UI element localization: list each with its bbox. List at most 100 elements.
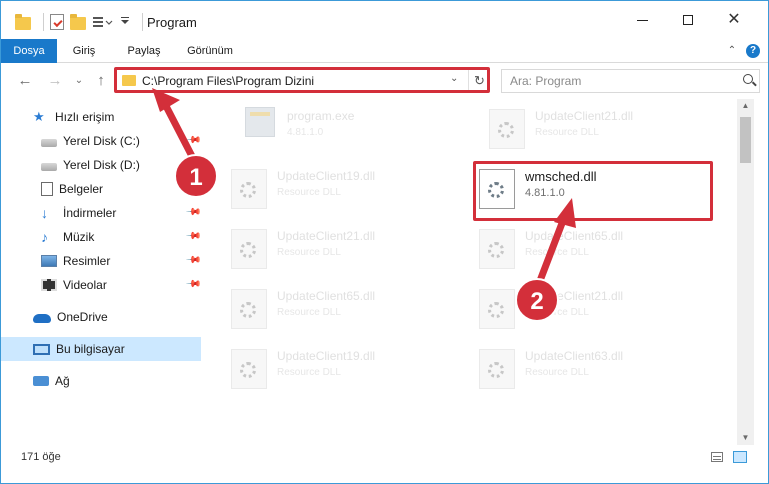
- gear-icon: [488, 302, 504, 318]
- disk-icon: [41, 139, 57, 147]
- properties-icon[interactable]: [50, 14, 64, 30]
- sidebar-item-music[interactable]: ♪ Müzik 📌: [1, 225, 202, 249]
- minimize-icon: [636, 19, 648, 21]
- file-item[interactable]: UpdateClient21.dll Resource DLL: [469, 101, 689, 157]
- tab-file[interactable]: Dosya: [1, 39, 57, 63]
- file-item[interactable]: UpdateClient21.dll Resource DLL: [211, 221, 431, 277]
- up-button[interactable]: ↑: [91, 71, 111, 91]
- document-icon: [41, 182, 53, 196]
- file-type: Resource DLL: [277, 307, 341, 318]
- sidebar-item-label: Müzik: [63, 230, 95, 244]
- scroll-down-button[interactable]: ▼: [737, 431, 754, 445]
- file-name: UpdateClient65.dll: [525, 229, 624, 243]
- file-item[interactable]: UpdateClient65.dll Resource DLL: [211, 281, 431, 337]
- file-name: UpdateClient65.dll: [277, 289, 376, 303]
- help-icon[interactable]: ?: [746, 44, 760, 58]
- gear-icon: [240, 182, 256, 198]
- tab-share[interactable]: Paylaş: [115, 39, 173, 63]
- sidebar-item-label: İndirmeler: [63, 206, 117, 220]
- sidebar-item-label: OneDrive: [57, 310, 108, 324]
- window-title: Program: [147, 15, 197, 30]
- sidebar-item-label: Videolar: [63, 278, 107, 292]
- disk-icon: [41, 163, 57, 171]
- toolbar-divider: [142, 13, 143, 31]
- file-item[interactable]: UpdateClient63.dll Resource DLL: [459, 341, 679, 397]
- sidebar-item-label: Bu bilgisayar: [56, 342, 125, 356]
- network-icon: [33, 376, 49, 386]
- sidebar-item-downloads[interactable]: ↓ İndirmeler 📌: [1, 201, 202, 225]
- sidebar-item-pictures[interactable]: Resimler 📌: [1, 249, 202, 273]
- dll-icon: [231, 229, 267, 269]
- sidebar-item-label: Yerel Disk (D:): [63, 158, 140, 172]
- cloud-icon: [33, 314, 51, 323]
- file-item[interactable]: program.exe 4.81.1.0: [221, 101, 441, 157]
- search-input[interactable]: Ara: Program: [501, 69, 760, 93]
- sidebar-item-label: Belgeler: [59, 182, 104, 196]
- new-folder-icon[interactable]: [70, 13, 86, 30]
- computer-icon: [33, 343, 50, 355]
- close-icon: ✕: [727, 11, 741, 28]
- customize-toolbar-icon[interactable]: [92, 14, 114, 30]
- gear-icon: [488, 362, 504, 378]
- maximize-button[interactable]: [665, 1, 711, 39]
- title-bar: Program ✕: [1, 1, 768, 39]
- large-icons-view-icon[interactable]: [733, 451, 747, 463]
- dll-icon: [479, 349, 515, 389]
- dll-icon: [479, 169, 515, 209]
- file-type: Resource DLL: [277, 367, 341, 378]
- file-name: UpdateClient21.dll: [535, 109, 634, 123]
- scrollbar-thumb[interactable]: [740, 117, 751, 163]
- file-item[interactable]: UpdateClient65.dll Resource DLL: [459, 221, 679, 277]
- refresh-button[interactable]: ↻: [468, 70, 490, 92]
- gear-icon: [488, 242, 504, 258]
- dll-icon: [479, 289, 515, 329]
- sidebar-item-this-pc[interactable]: Bu bilgisayar: [1, 337, 201, 361]
- details-view-icon[interactable]: [711, 452, 723, 462]
- file-explorer-window: Program ✕ Dosya Giriş Paylaş Görünüm ⌃ ?…: [0, 0, 769, 484]
- close-button[interactable]: ✕: [711, 1, 757, 39]
- minimize-button[interactable]: [619, 1, 665, 39]
- sidebar-item-quick-access[interactable]: ★ Hızlı erişim: [1, 105, 201, 129]
- sidebar-item-local-disk-c[interactable]: Yerel Disk (C:) 📌: [1, 129, 202, 153]
- file-name: wmsched.dll: [525, 169, 597, 184]
- file-name: UpdateClient63.dll: [525, 349, 624, 363]
- item-count: 171 öğe: [21, 451, 61, 463]
- file-item[interactable]: UpdateClient21.dll Resource DLL: [459, 281, 679, 337]
- dll-icon: [489, 109, 525, 149]
- sidebar-item-label: Hızlı erişim: [55, 110, 115, 124]
- address-path[interactable]: C:\Program Files\Program Dizini: [142, 74, 314, 88]
- pin-icon: 📌: [184, 228, 202, 245]
- exe-icon: [245, 107, 275, 137]
- gear-icon: [240, 362, 256, 378]
- dll-icon: [479, 229, 515, 269]
- back-button[interactable]: ←: [15, 71, 35, 91]
- forward-button[interactable]: →: [45, 71, 65, 91]
- tab-view[interactable]: Görünüm: [179, 39, 241, 63]
- navigation-pane: ★ Hızlı erişim Yerel Disk (C:) 📌 Yerel D…: [1, 99, 211, 445]
- vertical-scrollbar[interactable]: ▲ ▼: [737, 99, 754, 445]
- sidebar-item-documents[interactable]: Belgeler 📌: [1, 177, 202, 201]
- sidebar-item-local-disk-d[interactable]: Yerel Disk (D:) 📌: [1, 153, 202, 177]
- recent-locations-button[interactable]: ⌄: [69, 71, 89, 91]
- gear-icon: [240, 302, 256, 318]
- folder-icon: [15, 13, 31, 30]
- dll-icon: [231, 289, 267, 329]
- address-dropdown-icon[interactable]: ⌄: [450, 73, 458, 84]
- file-item[interactable]: UpdateClient19.dll Resource DLL: [211, 161, 431, 217]
- sidebar-item-onedrive[interactable]: OneDrive: [1, 305, 201, 329]
- scroll-up-button[interactable]: ▲: [737, 99, 754, 113]
- file-item[interactable]: UpdateClient19.dll Resource DLL: [211, 341, 431, 397]
- music-icon: ♪: [41, 229, 48, 245]
- download-icon: ↓: [41, 205, 48, 221]
- file-name: UpdateClient19.dll: [277, 349, 376, 363]
- tab-home[interactable]: Giriş: [59, 39, 109, 63]
- collapse-ribbon-icon[interactable]: ⌃: [724, 43, 740, 59]
- gear-icon: [240, 242, 256, 258]
- gear-icon: [488, 182, 504, 198]
- dropdown-arrow-icon[interactable]: [120, 14, 130, 30]
- file-item-wmsched[interactable]: wmsched.dll 4.81.1.0: [459, 161, 679, 217]
- file-version: 4.81.1.0: [525, 187, 565, 199]
- sidebar-item-network[interactable]: Ağ: [1, 369, 201, 393]
- address-bar[interactable]: C:\Program Files\Program Dizini ⌄ ↻: [115, 69, 489, 93]
- sidebar-item-videos[interactable]: Videolar 📌: [1, 273, 202, 297]
